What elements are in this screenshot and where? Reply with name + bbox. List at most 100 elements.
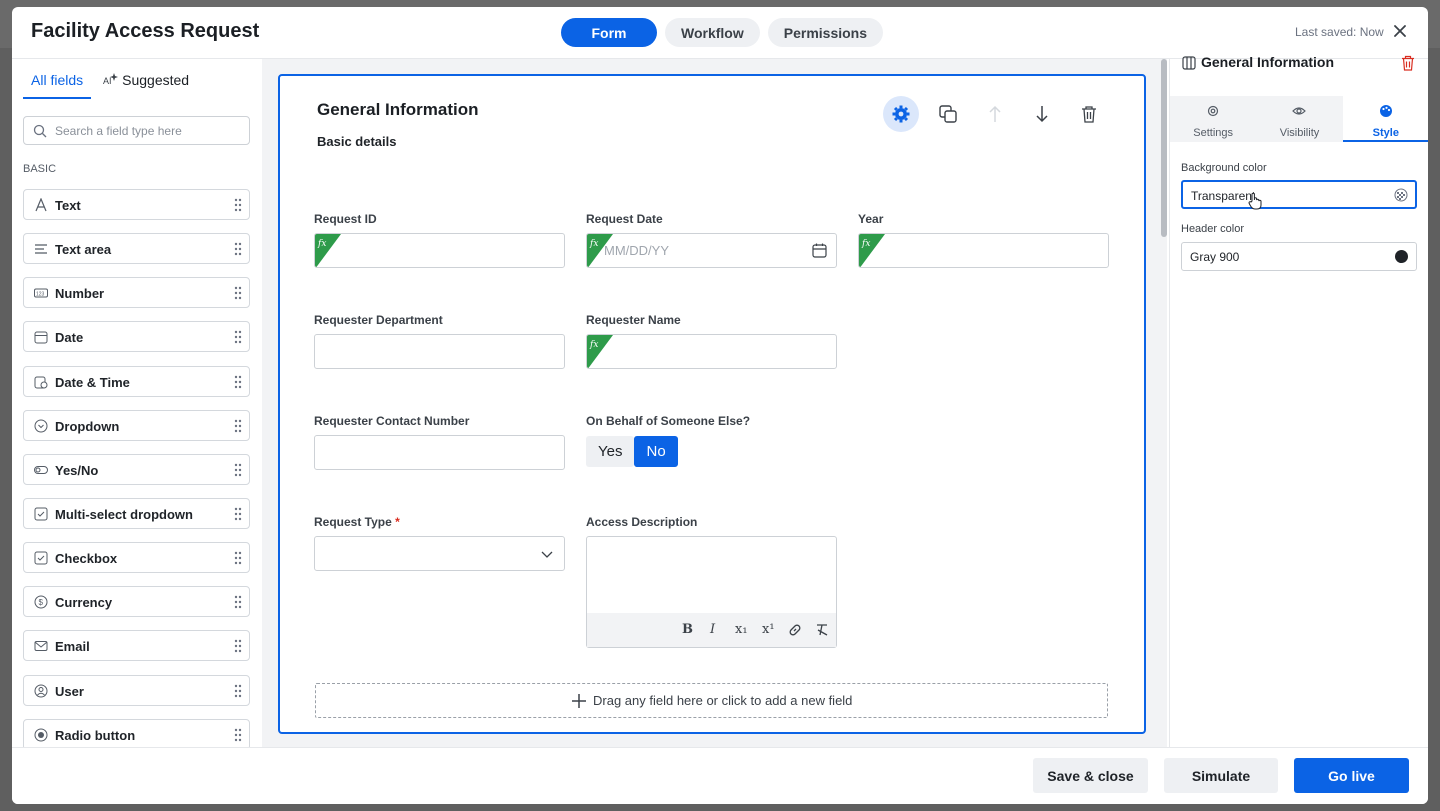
clear-format-icon[interactable] — [815, 623, 829, 637]
tab-permissions[interactable]: Permissions — [767, 18, 884, 47]
drag-handle-icon[interactable] — [234, 639, 242, 653]
bold-button[interactable]: B — [682, 622, 693, 637]
eye-icon — [1292, 107, 1307, 115]
label-on-behalf: On Behalf of Someone Else? — [586, 414, 751, 428]
drag-handle-icon[interactable] — [234, 684, 242, 698]
label-requester-department: Requester Department — [314, 313, 443, 327]
request-date-field[interactable]: fx MM/DD/YY — [586, 233, 837, 268]
scrollbar-thumb[interactable] — [1161, 59, 1167, 237]
tab-all-fields[interactable]: All fields — [23, 72, 92, 99]
field-type-item[interactable]: Date — [23, 321, 250, 352]
field-type-label: Text — [55, 198, 81, 213]
svg-text:123: 123 — [36, 292, 45, 298]
field-type-label: Email — [55, 639, 90, 654]
link-icon[interactable] — [788, 623, 802, 637]
move-up-button[interactable] — [977, 96, 1013, 132]
field-palette: All fields AI Suggested Search a field t… — [12, 59, 262, 747]
label-access-description: Access Description — [586, 515, 698, 529]
field-type-label: Date — [55, 330, 84, 345]
section-title: General Information — [317, 100, 479, 119]
drag-handle-icon[interactable] — [234, 551, 242, 565]
requester-name-field[interactable]: fx — [586, 334, 837, 369]
dropdown-icon — [34, 419, 48, 433]
close-icon[interactable] — [1392, 23, 1408, 39]
request-type-dropdown[interactable] — [314, 536, 565, 571]
field-type-label: Date & Time — [55, 375, 130, 390]
tab-visibility[interactable]: Visibility — [1256, 96, 1342, 142]
modal-footer: Save & close Simulate Go live — [12, 747, 1428, 804]
duplicate-button[interactable] — [930, 96, 966, 132]
drag-handle-icon[interactable] — [234, 286, 242, 300]
tab-form[interactable]: Form — [561, 18, 657, 47]
drag-handle-icon[interactable] — [234, 728, 242, 742]
settings-gear-button[interactable] — [883, 96, 919, 132]
canvas-scrollbar[interactable] — [1161, 59, 1167, 747]
background-color-input[interactable]: Transparent — [1181, 180, 1417, 210]
drag-handle-icon[interactable] — [234, 198, 242, 212]
formula-glyph: fx — [590, 239, 599, 249]
drag-handle-icon[interactable] — [234, 330, 242, 344]
superscript-button[interactable]: x¹ — [762, 622, 775, 637]
requester-contact-field[interactable] — [314, 435, 565, 470]
field-type-label: User — [55, 684, 84, 699]
save-close-button[interactable]: Save & close — [1033, 758, 1148, 793]
calendar-icon[interactable] — [812, 243, 827, 258]
requester-department-field[interactable] — [314, 334, 565, 369]
access-description-editor[interactable]: B I x₁ x¹ — [586, 536, 837, 648]
transparent-swatch-icon[interactable] — [1394, 188, 1408, 202]
field-type-item[interactable]: Text area — [23, 233, 250, 264]
field-type-item[interactable]: $ Currency — [23, 586, 250, 617]
label-request-type: Request Type * — [314, 515, 400, 529]
ai-sparkle-icon: AI — [103, 73, 119, 86]
add-field-dropzone[interactable]: Drag any field here or click to add a ne… — [315, 683, 1108, 718]
drag-handle-icon[interactable] — [234, 463, 242, 477]
tab-style-label: Style — [1372, 127, 1399, 139]
yes-option[interactable]: Yes — [586, 436, 635, 467]
tab-settings[interactable]: Settings — [1170, 96, 1256, 142]
tab-workflow[interactable]: Workflow — [665, 18, 760, 47]
header-color-input[interactable]: Gray 900 — [1181, 242, 1417, 271]
formula-glyph: fx — [318, 239, 327, 249]
label-request-type-text: Request Type — [314, 515, 392, 529]
form-canvas: General Information Basic details Reques… — [262, 59, 1167, 747]
svg-text:$: $ — [39, 598, 44, 607]
field-type-item[interactable]: Dropdown — [23, 410, 250, 441]
move-down-button[interactable] — [1024, 96, 1060, 132]
properties-panel: General Information Settings Visibility … — [1169, 54, 1428, 747]
field-search-input[interactable]: Search a field type here — [23, 116, 250, 145]
form-section[interactable]: General Information Basic details Reques… — [278, 74, 1146, 734]
tab-suggested[interactable]: AI Suggested — [95, 72, 197, 99]
go-live-button[interactable]: Go live — [1294, 758, 1409, 793]
text-icon — [35, 198, 47, 212]
field-type-item[interactable]: Multi-select dropdown — [23, 498, 250, 529]
date-placeholder: MM/DD/YY — [604, 243, 669, 258]
drag-handle-icon[interactable] — [234, 375, 242, 389]
year-field[interactable]: fx — [858, 233, 1109, 268]
field-type-item[interactable]: Text — [23, 189, 250, 220]
field-type-item[interactable]: Date & Time — [23, 366, 250, 397]
no-option[interactable]: No — [634, 436, 678, 467]
field-type-label: Yes/No — [55, 463, 99, 478]
gear-icon — [892, 105, 910, 123]
delete-section-button[interactable] — [1071, 96, 1107, 132]
trash-icon[interactable] — [1401, 55, 1415, 71]
request-id-field[interactable]: fx — [314, 233, 565, 268]
subscript-button[interactable]: x₁ — [735, 622, 748, 637]
drag-handle-icon[interactable] — [234, 595, 242, 609]
simulate-button[interactable]: Simulate — [1164, 758, 1278, 793]
section-label-basic: BASIC — [23, 163, 57, 175]
field-type-item[interactable]: 123 Number — [23, 277, 250, 308]
multiselect-icon — [34, 507, 48, 521]
drag-handle-icon[interactable] — [234, 507, 242, 521]
tab-style[interactable]: Style — [1342, 96, 1428, 142]
checkbox-icon — [34, 551, 48, 565]
field-type-item[interactable]: User — [23, 675, 250, 706]
field-type-item[interactable]: Radio button — [23, 719, 250, 747]
italic-button[interactable]: I — [710, 622, 715, 637]
drag-handle-icon[interactable] — [234, 419, 242, 433]
field-type-item[interactable]: Email — [23, 630, 250, 661]
field-type-item[interactable]: Yes/No — [23, 454, 250, 485]
drag-handle-icon[interactable] — [234, 242, 242, 256]
field-type-item[interactable]: Checkbox — [23, 542, 250, 573]
header-color-swatch[interactable] — [1395, 250, 1408, 263]
